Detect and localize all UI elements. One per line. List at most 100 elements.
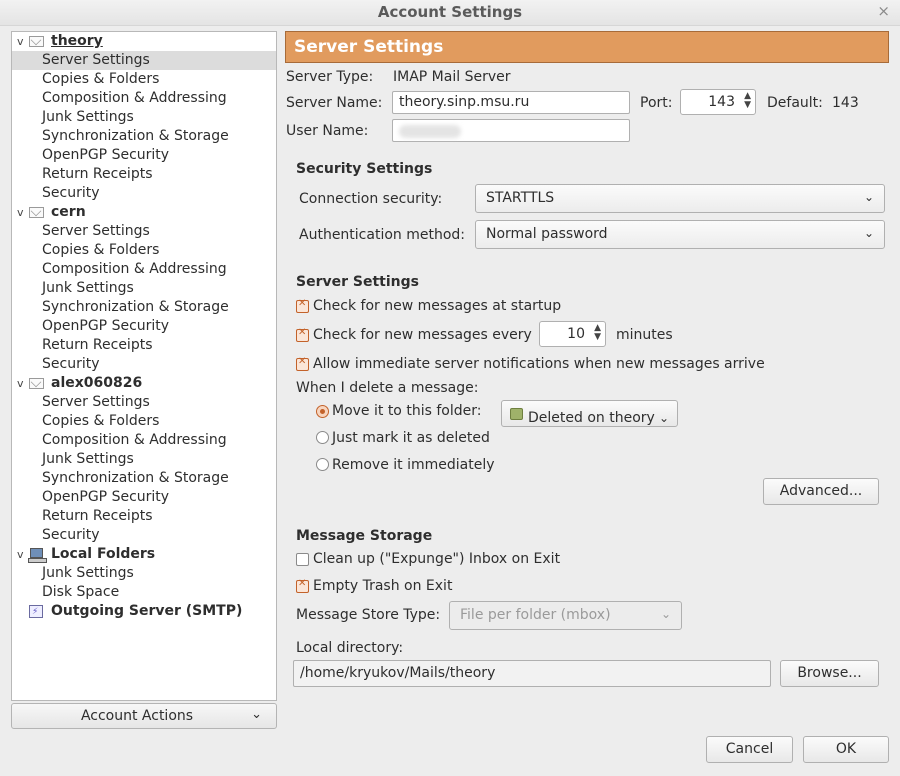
tree-account-local-folders[interactable]: v Local Folders (12, 545, 276, 564)
server-name-field[interactable]: theory.sinp.msu.ru (392, 91, 630, 114)
move-to-folder-radio[interactable] (316, 405, 329, 418)
tree-item-security[interactable]: Security (12, 355, 276, 374)
chevron-down-icon[interactable]: v (17, 374, 27, 393)
tree-item-junk[interactable]: Junk Settings (12, 108, 276, 127)
user-name-label: User Name: (286, 123, 369, 139)
check-startup-label[interactable]: Check for new messages at startup (313, 298, 561, 314)
account-actions-label: Account Actions (80, 708, 194, 724)
tree-item-server-settings[interactable]: Server Settings (12, 393, 276, 412)
browse-button[interactable]: Browse... (780, 660, 879, 687)
close-icon[interactable]: × (877, 2, 890, 20)
tree-item-receipts[interactable]: Return Receipts (12, 507, 276, 526)
cleanup-label[interactable]: Clean up ("Expunge") Inbox on Exit (313, 551, 560, 567)
local-directory-field[interactable]: /home/kryukov/Mails/theory (293, 660, 771, 687)
connection-security-select[interactable]: STARTTLS ⌄ (475, 184, 885, 213)
server-type-label: Server Type: (286, 69, 374, 85)
check-interval-value: 10 (567, 326, 585, 342)
tree-item-server-settings[interactable]: Server Settings (12, 51, 276, 70)
stepper-arrows-icon[interactable]: ▲ ▼ (744, 92, 751, 110)
default-value: 143 (832, 95, 859, 111)
stepper-arrows-icon[interactable]: ▲ ▼ (594, 324, 601, 342)
tree-item-composition[interactable]: Composition & Addressing (12, 260, 276, 279)
tree-outgoing-server[interactable]: Outgoing Server (SMTP) (12, 602, 276, 622)
tree-item-server-settings[interactable]: Server Settings (12, 222, 276, 241)
tree-item-security[interactable]: Security (12, 184, 276, 203)
tree-item-sync[interactable]: Synchronization & Storage (12, 298, 276, 317)
outgoing-server-icon (29, 603, 43, 622)
local-directory-label: Local directory: (296, 640, 404, 656)
auth-method-value: Normal password (486, 226, 608, 242)
deleted-folder-value: Deleted on theory (528, 410, 655, 426)
tree-item-receipts[interactable]: Return Receipts (12, 336, 276, 355)
tree-item-copies-folders[interactable]: Copies & Folders (12, 241, 276, 260)
connection-security-label: Connection security: (299, 191, 443, 207)
empty-trash-label[interactable]: Empty Trash on Exit (313, 578, 452, 594)
port-stepper[interactable]: 143 ▲ ▼ (680, 89, 756, 115)
chevron-down-icon[interactable]: v (17, 32, 27, 51)
tree-item-sync[interactable]: Synchronization & Storage (12, 469, 276, 488)
mark-deleted-radio[interactable] (316, 431, 329, 444)
ok-button[interactable]: OK (803, 736, 889, 763)
cleanup-checkbox[interactable] (296, 553, 309, 566)
deleted-folder-picker[interactable]: Deleted on theory ⌄ (501, 400, 678, 427)
chevron-down-icon[interactable]: v (17, 203, 27, 222)
remove-immediately-label[interactable]: Remove it immediately (332, 457, 495, 473)
empty-trash-checkbox[interactable] (296, 578, 309, 593)
delete-message-label: When I delete a message: (296, 380, 479, 396)
tree-item-openpgp[interactable]: OpenPGP Security (12, 488, 276, 507)
tree-item-junk[interactable]: Junk Settings (12, 564, 276, 583)
auth-method-label: Authentication method: (299, 227, 466, 243)
auth-method-select[interactable]: Normal password ⌄ (475, 220, 885, 249)
tree-item-junk[interactable]: Junk Settings (12, 450, 276, 469)
tree-item-composition[interactable]: Composition & Addressing (12, 431, 276, 450)
account-name: cern (51, 204, 86, 220)
server-settings-title: Server Settings (296, 274, 419, 290)
tree-item-receipts[interactable]: Return Receipts (12, 165, 276, 184)
security-settings-title: Security Settings (296, 161, 433, 177)
check-interval-stepper[interactable]: 10 ▲ ▼ (539, 321, 606, 347)
remove-immediately-radio[interactable] (316, 458, 329, 471)
mark-deleted-label[interactable]: Just mark it as deleted (332, 430, 490, 446)
port-value: 143 (708, 94, 735, 110)
chevron-down-icon[interactable]: v (17, 545, 27, 564)
tree-item-openpgp[interactable]: OpenPGP Security (12, 317, 276, 336)
chevron-down-icon: ⌄ (658, 411, 669, 425)
check-every-label[interactable]: Check for new messages every (313, 327, 532, 343)
account-actions-button[interactable]: Account Actions ⌄ (11, 703, 277, 729)
tree-item-sync[interactable]: Synchronization & Storage (12, 127, 276, 146)
server-name-label: Server Name: (286, 95, 383, 111)
tree-item-composition[interactable]: Composition & Addressing (12, 89, 276, 108)
tree-account-alex060826[interactable]: v alex060826 (12, 374, 276, 393)
tree-item-copies-folders[interactable]: Copies & Folders (12, 70, 276, 89)
mail-account-icon (29, 207, 44, 218)
tree-item-disk-space[interactable]: Disk Space (12, 583, 276, 602)
chevron-down-icon: ⌄ (251, 707, 262, 722)
port-label: Port: (640, 95, 673, 111)
move-to-folder-label[interactable]: Move it to this folder: (332, 403, 481, 419)
check-startup-checkbox[interactable] (296, 298, 309, 313)
account-tree[interactable]: v theory Server Settings Copies & Folder… (11, 31, 277, 701)
check-every-checkbox[interactable] (296, 327, 309, 342)
default-label: Default: (767, 95, 823, 111)
computer-icon (28, 548, 47, 563)
allow-notify-label[interactable]: Allow immediate server notifications whe… (313, 356, 765, 372)
tree-account-theory[interactable]: v theory (12, 32, 276, 51)
panel-title: Server Settings (294, 37, 444, 57)
mail-account-icon (29, 36, 44, 47)
server-type-value: IMAP Mail Server (393, 69, 511, 85)
advanced-button[interactable]: Advanced... (763, 478, 879, 505)
tree-item-junk[interactable]: Junk Settings (12, 279, 276, 298)
tree-item-security[interactable]: Security (12, 526, 276, 545)
chevron-down-icon: ⌄ (863, 190, 874, 204)
tree-account-cern[interactable]: v cern (12, 203, 276, 222)
allow-notify-checkbox[interactable] (296, 356, 309, 371)
minutes-label: minutes (616, 327, 673, 343)
tree-item-openpgp[interactable]: OpenPGP Security (12, 146, 276, 165)
store-type-select: File per folder (mbox) ⌄ (449, 601, 682, 630)
chevron-down-icon: ⌄ (863, 226, 874, 240)
message-storage-title: Message Storage (296, 528, 433, 544)
window-title: Account Settings (377, 3, 523, 21)
outgoing-label: Outgoing Server (SMTP) (51, 603, 243, 619)
tree-item-copies-folders[interactable]: Copies & Folders (12, 412, 276, 431)
cancel-button[interactable]: Cancel (706, 736, 793, 763)
